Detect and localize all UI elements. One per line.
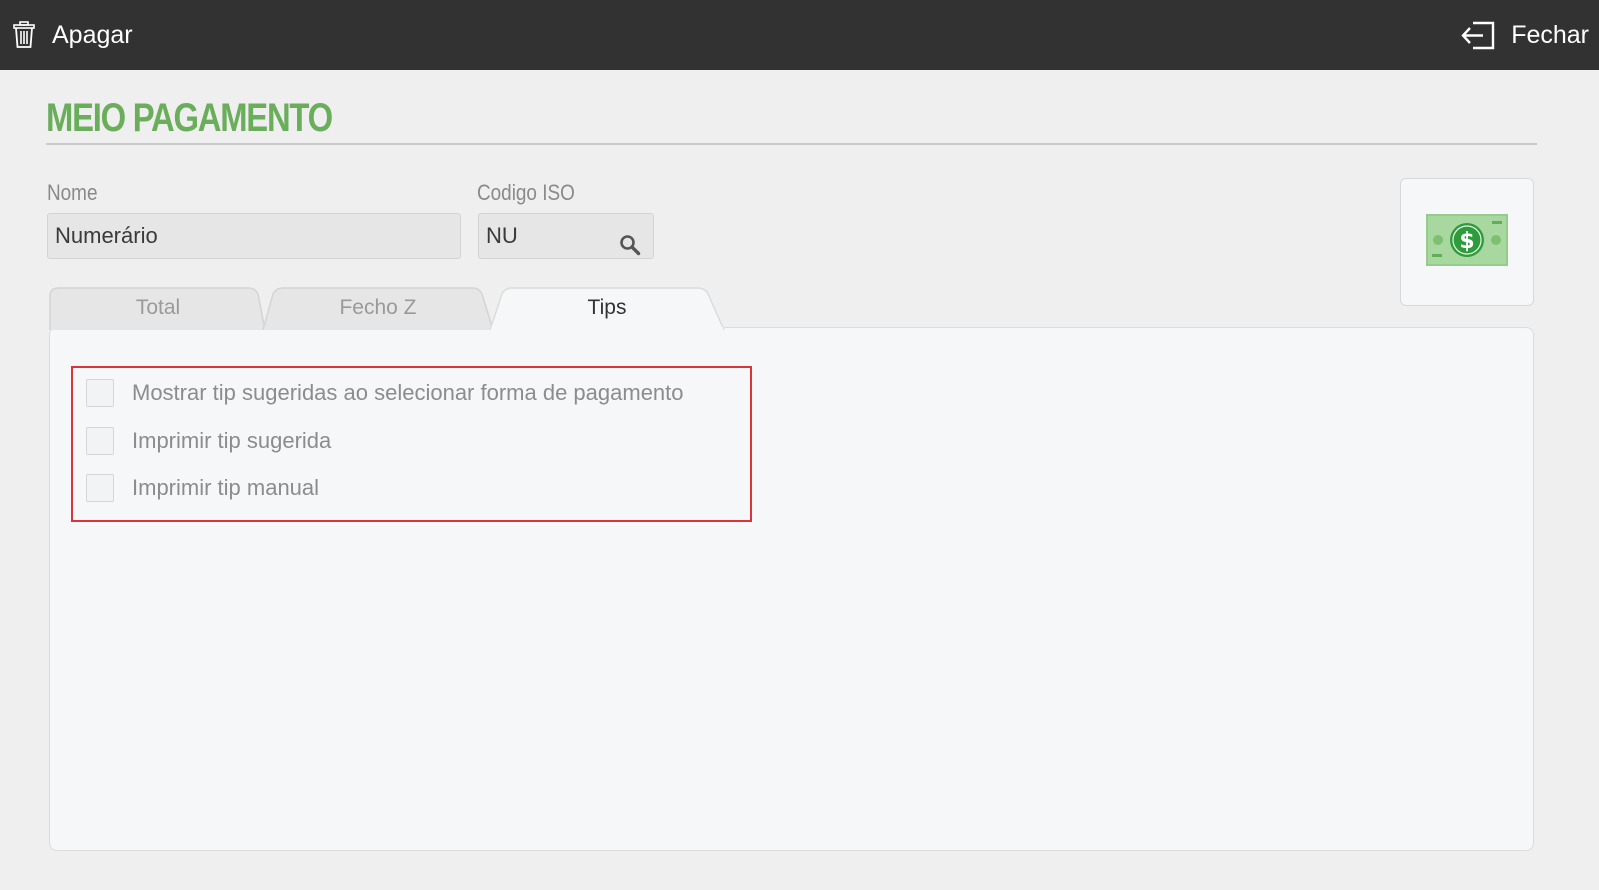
option-print-manual-tip[interactable]: Imprimir tip manual bbox=[86, 473, 319, 503]
tab-tips[interactable]: Tips bbox=[488, 286, 726, 330]
show-suggested-tips-checkbox[interactable] bbox=[86, 379, 114, 407]
tab-fecho-z-label: Fecho Z bbox=[339, 296, 417, 319]
option-label: Imprimir tip manual bbox=[132, 475, 320, 500]
tab-fecho-z[interactable]: Fecho Z bbox=[261, 286, 495, 330]
exit-icon bbox=[1461, 20, 1495, 50]
option-print-suggested-tip[interactable]: Imprimir tip sugerida bbox=[86, 426, 331, 456]
close-label: Fechar bbox=[1511, 20, 1589, 49]
title-divider bbox=[46, 143, 1537, 145]
dollar-bill-icon: $ bbox=[1426, 213, 1508, 271]
top-toolbar: Apagar Fechar bbox=[0, 0, 1599, 70]
name-value: Numerário bbox=[55, 223, 158, 248]
print-suggested-tip-checkbox[interactable] bbox=[86, 427, 114, 455]
option-label: Mostrar tip sugeridas ao selecionar form… bbox=[132, 380, 684, 405]
iso-code-field[interactable]: NU bbox=[478, 213, 654, 259]
tab-total[interactable]: Total bbox=[49, 286, 267, 330]
trash-icon bbox=[12, 21, 36, 49]
payment-image-card[interactable]: $ bbox=[1400, 178, 1534, 306]
print-manual-tip-checkbox[interactable] bbox=[86, 474, 114, 502]
page-title: MEIO PAGAMENTO bbox=[46, 96, 333, 140]
tab-total-label: Total bbox=[135, 296, 181, 319]
name-field[interactable]: Numerário bbox=[47, 213, 461, 259]
name-label: Nome bbox=[47, 180, 98, 205]
tab-tips-label: Tips bbox=[587, 296, 627, 319]
delete-label: Apagar bbox=[52, 20, 133, 49]
option-show-suggested-tips[interactable]: Mostrar tip sugeridas ao selecionar form… bbox=[86, 378, 684, 408]
svg-text:$: $ bbox=[1459, 229, 1474, 254]
option-label: Imprimir tip sugerida bbox=[132, 428, 332, 453]
close-button[interactable]: Fechar bbox=[1461, 0, 1589, 70]
search-icon[interactable] bbox=[619, 227, 641, 271]
delete-button[interactable]: Apagar bbox=[12, 0, 133, 70]
iso-code-value: NU bbox=[486, 223, 518, 248]
iso-code-label: Codigo ISO bbox=[477, 180, 575, 205]
